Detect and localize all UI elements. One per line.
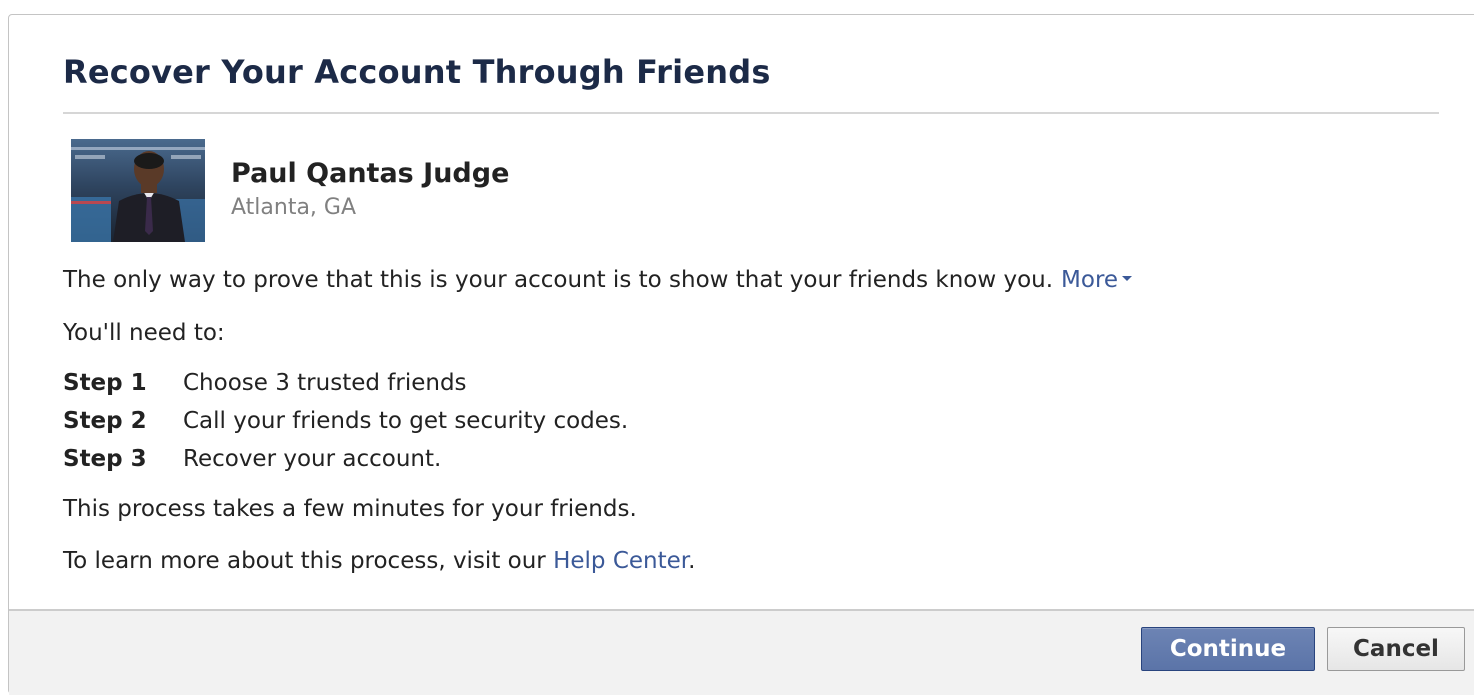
title-divider (63, 112, 1439, 114)
step-label: Step 1 (63, 370, 147, 396)
step-row: Step 1 Choose 3 trusted friends (63, 370, 467, 396)
learn-more-suffix: . (688, 548, 696, 574)
more-link-label: More (1061, 267, 1119, 293)
step-text: Call your friends to get security codes. (183, 408, 629, 434)
step-text: Choose 3 trusted friends (183, 370, 467, 396)
step-row: Step 3 Recover your account. (63, 446, 441, 472)
recover-account-dialog: Recover Your Account Through Friends Pau… (8, 14, 1474, 695)
process-note: This process takes a few minutes for you… (63, 496, 637, 522)
learn-more-prefix: To learn more about this process, visit … (63, 548, 546, 574)
intro-text: The only way to prove that this is your … (63, 267, 1054, 293)
learn-more-paragraph: To learn more about this process, visit … (63, 548, 695, 574)
step-text: Recover your account. (183, 446, 442, 472)
need-to-text: You'll need to: (63, 320, 225, 346)
continue-button[interactable]: Continue (1141, 627, 1315, 671)
profile-avatar (71, 139, 205, 242)
help-center-link[interactable]: Help Center (553, 548, 688, 574)
more-link[interactable]: More (1061, 267, 1133, 293)
step-label: Step 2 (63, 408, 147, 434)
caret-down-icon (1122, 276, 1133, 281)
intro-paragraph: The only way to prove that this is your … (63, 267, 1133, 293)
cancel-button[interactable]: Cancel (1327, 627, 1465, 671)
profile-location: Atlanta, GA (231, 195, 357, 220)
dialog-title: Recover Your Account Through Friends (63, 53, 771, 91)
dialog-footer: Continue Cancel (9, 609, 1474, 695)
step-label: Step 3 (63, 446, 147, 472)
profile-name: Paul Qantas Judge (231, 158, 510, 189)
step-row: Step 2 Call your friends to get security … (63, 408, 628, 434)
